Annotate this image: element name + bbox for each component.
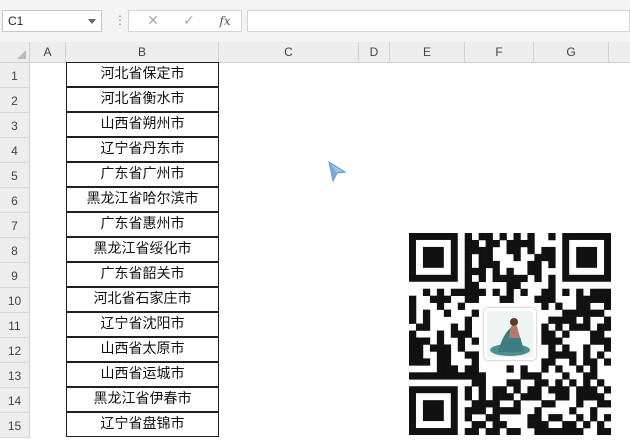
cell-b10[interactable]: 河北省石家庄市 — [66, 287, 219, 312]
cell-b9[interactable]: 广东省韶关市 — [66, 262, 219, 287]
cancel-icon[interactable]: ✕ — [135, 11, 171, 31]
row-header-4[interactable]: 4 — [0, 138, 30, 163]
row-header-7[interactable]: 7 — [0, 213, 30, 238]
cell-b6[interactable]: 黑龙江省哈尔滨市 — [66, 187, 219, 212]
name-box-value: C1 — [8, 14, 24, 28]
cell-b5[interactable]: 广东省广州市 — [66, 162, 219, 187]
row-header-3[interactable]: 3 — [0, 113, 30, 138]
row-header-6[interactable]: 6 — [0, 188, 30, 213]
row-header-11[interactable]: 11 — [0, 313, 30, 338]
column-header-a[interactable]: A — [30, 42, 66, 63]
column-header-b[interactable]: B — [66, 42, 219, 63]
mouse-pointer-icon — [328, 160, 347, 183]
formula-buttons: ✕ ✓ fx — [128, 10, 242, 32]
select-all-button[interactable] — [0, 42, 30, 63]
qr-code-image — [409, 233, 612, 436]
row-header-15[interactable]: 15 — [0, 413, 30, 438]
row-header-13[interactable]: 13 — [0, 363, 30, 388]
row-header-1[interactable]: 1 — [0, 63, 30, 88]
column-header-g[interactable]: G — [534, 42, 609, 63]
more-options-icon: ⋮ — [114, 13, 126, 27]
cell-b4[interactable]: 辽宁省丹东市 — [66, 137, 219, 162]
chevron-down-icon[interactable] — [88, 19, 96, 24]
name-box[interactable]: C1 — [2, 10, 102, 32]
cell-b14[interactable]: 黑龙江省伊春市 — [66, 387, 219, 412]
row-header-14[interactable]: 14 — [0, 388, 30, 413]
figure-avatar-icon — [487, 311, 533, 357]
column-header-c[interactable]: C — [219, 42, 359, 63]
cell-b11[interactable]: 辽宁省沈阳市 — [66, 312, 219, 337]
qr-center-logo — [484, 308, 536, 360]
column-header-h[interactable] — [609, 42, 630, 63]
cell-b15[interactable]: 辽宁省盘锦市 — [66, 412, 219, 437]
row-header-12[interactable]: 12 — [0, 338, 30, 363]
cell-b12[interactable]: 山西省太原市 — [66, 337, 219, 362]
cell-b3[interactable]: 山西省朔州市 — [66, 112, 219, 137]
column-header-e[interactable]: E — [390, 42, 465, 63]
function-icon[interactable]: fx — [207, 11, 243, 31]
formula-bar: C1 ⋮ ✕ ✓ fx — [0, 0, 630, 42]
column-header-f[interactable]: F — [465, 42, 534, 63]
enter-icon[interactable]: ✓ — [171, 11, 207, 31]
cell-b2[interactable]: 河北省衡水市 — [66, 87, 219, 112]
row-header-2[interactable]: 2 — [0, 88, 30, 113]
row-header-10[interactable]: 10 — [0, 288, 30, 313]
row-header-8[interactable]: 8 — [0, 238, 30, 263]
cell-b8[interactable]: 黑龙江省绥化市 — [66, 237, 219, 262]
formula-input[interactable] — [247, 10, 630, 32]
row-header-5[interactable]: 5 — [0, 163, 30, 188]
column-header-d[interactable]: D — [359, 42, 390, 63]
cell-b13[interactable]: 山西省运城市 — [66, 362, 219, 387]
cell-b1[interactable]: 河北省保定市 — [66, 62, 219, 87]
cell-b7[interactable]: 广东省惠州市 — [66, 212, 219, 237]
row-header-9[interactable]: 9 — [0, 263, 30, 288]
